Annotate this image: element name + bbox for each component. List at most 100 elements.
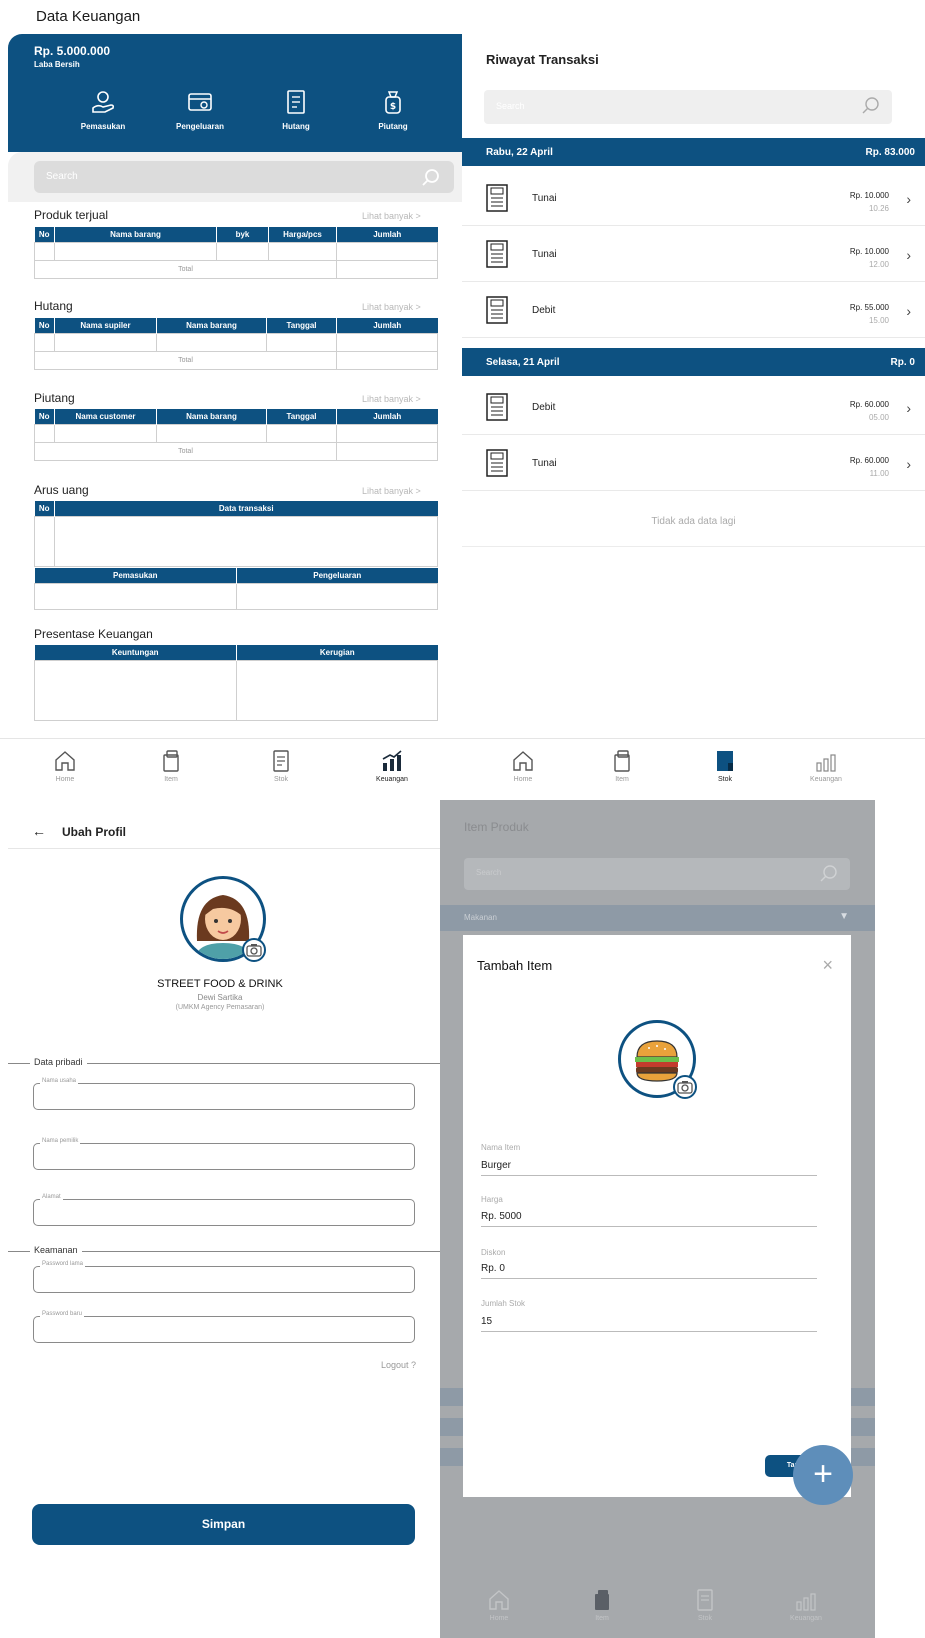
table-row — [34, 241, 438, 261]
transaction-time: 11.00 — [869, 469, 889, 478]
nav-home[interactable]: Home — [474, 1588, 524, 1622]
chevron-right-icon: › — [906, 456, 911, 472]
debt-icon — [282, 88, 310, 116]
arus-uang-title: Arus uang — [34, 483, 89, 497]
piutang-button[interactable]: $ Piutang — [353, 88, 433, 131]
nav-item[interactable]: Item — [146, 749, 196, 783]
finance-chart-icon — [794, 1588, 818, 1612]
receipt-icon — [484, 448, 510, 478]
arus-see-more-link[interactable]: Lihat banyak > — [362, 486, 421, 496]
transaction-row[interactable]: Tunai Rp. 10.000 10.26 › — [462, 171, 925, 226]
day-date: Rabu, 22 April — [486, 147, 553, 158]
search-icon[interactable] — [860, 95, 882, 117]
transaction-row[interactable]: Debit Rp. 55.000 15.00 › — [462, 283, 925, 338]
bottom-nav: Home Item Stok Keuangan — [440, 1576, 875, 1638]
owner-name-field[interactable]: Nama pemilik — [33, 1138, 415, 1170]
stock-icon — [693, 1588, 717, 1612]
hutang-see-more-link[interactable]: Lihat banyak > — [362, 302, 421, 312]
item-icon — [590, 1588, 614, 1612]
field-label: Harga — [481, 1195, 503, 1204]
category-header[interactable]: Makanan ▼ — [440, 905, 875, 931]
col-header: No — [34, 227, 55, 242]
col-header: No — [34, 409, 55, 424]
modal-title: Tambah Item — [477, 958, 553, 973]
owner-role: (UMKM Agency Pemasaran) — [175, 1004, 265, 1011]
add-fab-button[interactable]: + — [793, 1445, 853, 1505]
new-password-field[interactable]: Password baru — [33, 1311, 415, 1343]
page-title: Ubah Profil — [62, 825, 127, 839]
camera-icon[interactable] — [242, 938, 266, 962]
close-icon[interactable]: × — [822, 955, 833, 976]
payment-type: Tunai — [532, 458, 557, 469]
col-header: Nama barang — [54, 227, 217, 242]
nav-home[interactable]: Home — [40, 749, 90, 783]
nav-label: Stok — [717, 776, 732, 783]
chevron-right-icon: › — [906, 400, 911, 416]
transaction-row[interactable]: Tunai Rp. 60.000 11.00 › — [462, 436, 925, 491]
hutang-button[interactable]: Hutang — [256, 88, 336, 131]
payment-type: Debit — [532, 305, 556, 316]
piutang-see-more-link[interactable]: Lihat banyak > — [362, 394, 421, 404]
search-input[interactable]: Search — [464, 858, 850, 890]
net-profit-label: Laba Bersih — [34, 60, 80, 69]
nav-home[interactable]: Home — [498, 749, 548, 783]
nav-keuangan[interactable]: Keuangan — [776, 1588, 836, 1622]
search-input[interactable]: Search — [34, 161, 454, 193]
field-label: Diskon — [481, 1248, 506, 1257]
transaction-amount: Rp. 60.000 — [849, 400, 889, 409]
receipt-icon — [484, 295, 510, 325]
nav-keuangan[interactable]: Keuangan — [362, 749, 422, 783]
personal-data-group: Data pribadi — [30, 1057, 87, 1067]
price-input[interactable]: Rp. 5000 — [481, 1211, 817, 1227]
business-name-field[interactable]: Nama usaha — [33, 1078, 415, 1110]
back-arrow-icon[interactable]: ← — [32, 823, 46, 839]
nav-keuangan[interactable]: Keuangan — [796, 749, 856, 783]
hutang-table: No Nama supiler Nama barang Tanggal Juml… — [34, 318, 438, 370]
nav-stok[interactable]: Stok — [256, 749, 306, 783]
pemasukan-button[interactable]: Pemasukan — [63, 88, 143, 131]
search-input[interactable]: Search — [484, 90, 892, 124]
transaction-amount-block: Rp. 10.000 12.00 — [850, 245, 889, 271]
transaction-amount-block: Rp. 60.000 11.00 — [850, 454, 889, 480]
search-icon[interactable] — [818, 863, 840, 885]
col-header: Tanggal — [266, 409, 337, 424]
col-header: Nama barang — [156, 318, 267, 333]
page-title: Item Produk — [464, 820, 529, 834]
table-total-row: Total — [34, 441, 438, 461]
produk-see-more-link[interactable]: Lihat banyak > — [362, 211, 421, 221]
payment-type: Debit — [532, 402, 556, 413]
item-screen: Item Produk Search Makanan ▼ Tambah Item… — [440, 800, 875, 1638]
transaction-amount-block: Rp. 55.000 15.00 — [850, 301, 889, 327]
logout-link[interactable]: Logout ? — [381, 1360, 416, 1370]
item-name-input[interactable]: Burger — [481, 1160, 817, 1176]
camera-icon[interactable] — [673, 1075, 697, 1099]
nav-label: Keuangan — [790, 1615, 822, 1622]
nav-item[interactable]: Item — [577, 1588, 627, 1622]
produk-terjual-table: No Nama barang byk Harga/pcs Jumlah Tota… — [34, 227, 438, 279]
owner-name: Dewi Sartika — [197, 993, 243, 1002]
day-date: Selasa, 21 April — [486, 357, 560, 368]
save-button[interactable]: Simpan — [32, 1504, 415, 1545]
nav-stok[interactable]: Stok — [680, 1588, 730, 1622]
produk-terjual-title: Produk terjual — [34, 208, 109, 222]
col-header: No — [34, 318, 55, 333]
col-header: Keuntungan — [34, 645, 237, 660]
discount-input[interactable]: Rp. 0 — [481, 1263, 817, 1279]
nav-stok[interactable]: Stok — [700, 749, 750, 783]
arus-uang-table: No Data transaksi — [34, 501, 438, 567]
old-password-field[interactable]: Password lama — [33, 1261, 415, 1293]
presentase-title: Presentase Keuangan — [34, 627, 153, 641]
table-row — [34, 582, 438, 610]
nav-item[interactable]: Item — [597, 749, 647, 783]
stock-quantity-input[interactable]: 15 — [481, 1316, 817, 1332]
transaction-row[interactable]: Debit Rp. 60.000 05.00 › — [462, 380, 925, 435]
transaction-row[interactable]: Tunai Rp. 10.000 12.00 › — [462, 227, 925, 282]
pengeluaran-button[interactable]: Pengeluaran — [160, 88, 240, 131]
search-icon[interactable] — [420, 167, 442, 189]
nav-label: Item — [615, 776, 629, 783]
address-field[interactable]: Alamat — [33, 1194, 415, 1226]
security-group: Keamanan — [30, 1245, 82, 1255]
piutang-table: No Nama customer Nama barang Tanggal Jum… — [34, 409, 438, 461]
col-header: Jumlah — [336, 409, 438, 424]
shop-name: STREET FOOD & DRINK — [157, 978, 283, 990]
